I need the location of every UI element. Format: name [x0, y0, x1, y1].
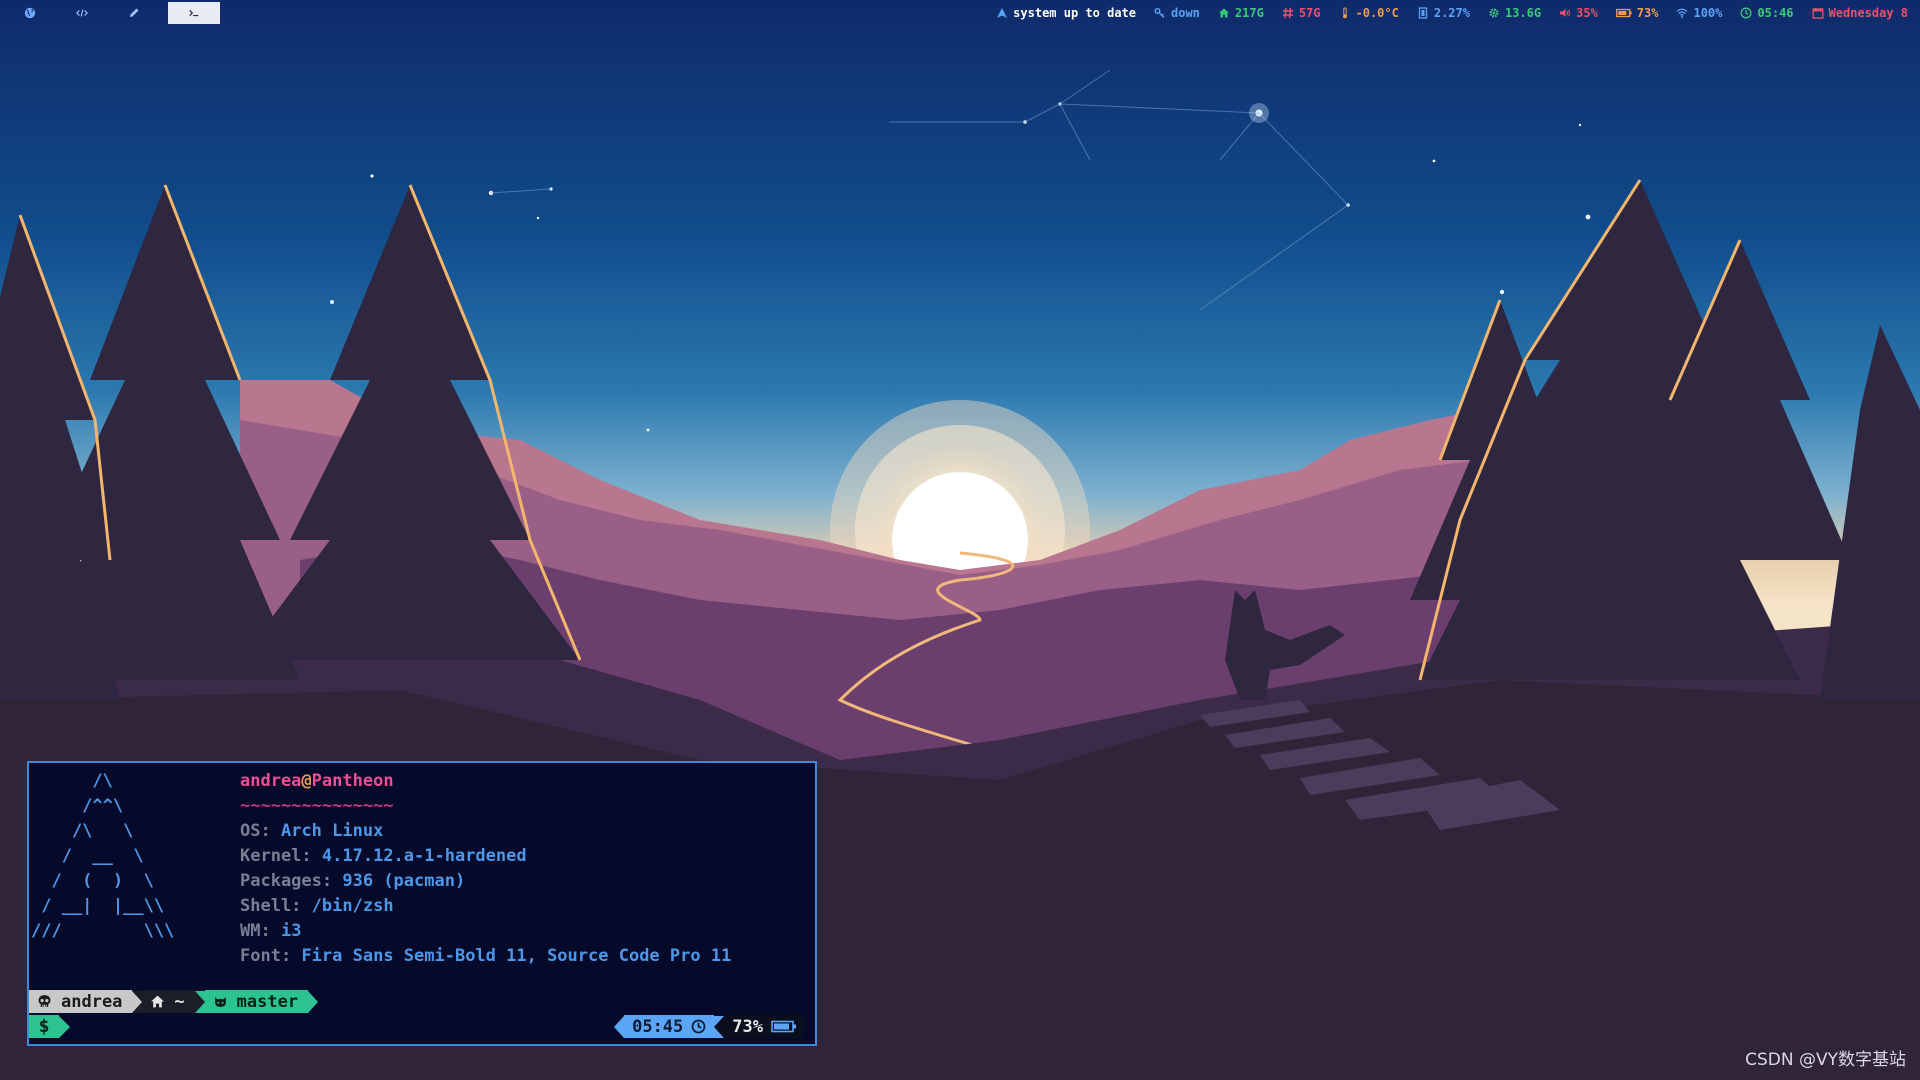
- top-status-bar: system up to date down 217G 57G -0.0°C 2…: [0, 0, 1920, 26]
- calendar-icon: [1812, 8, 1823, 19]
- segment-separator: [132, 990, 143, 1013]
- workspace-editor[interactable]: [108, 2, 160, 24]
- info-key: Shell:: [240, 896, 302, 916]
- prompt-battery-segment: 73%: [724, 1015, 803, 1038]
- prompt-segments: andrea ~ master: [29, 990, 319, 1013]
- wifi-icon: [1677, 8, 1688, 18]
- info-key: Kernel:: [240, 846, 312, 866]
- updates-module[interactable]: system up to date: [996, 6, 1136, 20]
- terminal-icon: [189, 10, 199, 17]
- workspace-code[interactable]: [56, 2, 108, 24]
- globe-icon: [24, 7, 36, 19]
- terminal-window[interactable]: /\ /^^\ /\ \ / __ \ / ( ) \ / __| |__\\ …: [27, 761, 817, 1046]
- cpu-text: 2.27%: [1433, 6, 1470, 20]
- system-info: andrea@Pantheon ~~~~~~~~~~~~~~~ OS: Arch…: [240, 769, 731, 969]
- info-at: @: [301, 771, 312, 791]
- segment-separator: [59, 1015, 70, 1038]
- info-value: 936 (pacman): [342, 871, 466, 891]
- workspace-terminal[interactable]: [168, 2, 220, 24]
- info-kernel: Kernel: 4.17.12.a-1-hardened: [240, 844, 731, 869]
- prompt-battery: 73%: [732, 1016, 763, 1037]
- wifi-module[interactable]: 100%: [1676, 6, 1722, 20]
- prompt-dir: ~: [174, 991, 185, 1012]
- info-key: OS:: [240, 821, 271, 841]
- thermometer-icon: [1342, 7, 1347, 19]
- volume-text: 35%: [1576, 6, 1598, 20]
- home-disk-text: 217G: [1234, 6, 1264, 20]
- info-separator: ~~~~~~~~~~~~~~~: [240, 796, 394, 816]
- memory-text: 13.6G: [1504, 6, 1542, 20]
- gear-icon: [1489, 8, 1499, 18]
- segment-separator: [194, 990, 205, 1013]
- prompt-dir-segment: ~: [142, 990, 195, 1013]
- info-key: Packages:: [240, 871, 333, 891]
- user-host-line: andrea@Pantheon: [240, 769, 731, 794]
- workspace-globe[interactable]: [4, 2, 56, 24]
- clock-icon: [691, 1019, 706, 1034]
- watermark: CSDN @VY数字基站: [1745, 1050, 1906, 1070]
- segment-separator: [308, 990, 319, 1013]
- info-value: /bin/zsh: [311, 896, 394, 916]
- info-user: andrea: [240, 771, 302, 791]
- root-disk-module[interactable]: 57G: [1282, 6, 1321, 20]
- info-key: Font:: [240, 946, 292, 966]
- command-input-line[interactable]: $: [29, 1015, 70, 1038]
- battery-module[interactable]: 73%: [1615, 6, 1659, 20]
- key-icon: [1154, 8, 1165, 18]
- info-host: Pantheon: [311, 771, 394, 791]
- updates-text: system up to date: [1013, 6, 1136, 20]
- segment-separator: [614, 1015, 625, 1038]
- temperature-module[interactable]: -0.0°C: [1339, 6, 1399, 20]
- prompt-git-segment: master: [204, 990, 309, 1013]
- arch-icon: [997, 8, 1008, 18]
- speaker-icon: [1560, 9, 1571, 17]
- battery-icon: [1615, 8, 1632, 18]
- info-font: Font: Fira Sans Semi-Bold 11, Source Cod…: [240, 944, 731, 969]
- info-value: i3: [280, 921, 302, 941]
- prompt-time-segment: 05:45: [624, 1015, 715, 1038]
- prompt-user-segment: andrea: [29, 990, 133, 1013]
- home-icon: [151, 995, 165, 1008]
- temperature-text: -0.0°C: [1355, 6, 1399, 20]
- code-icon: [76, 9, 88, 17]
- prompt-symbol: $: [29, 1015, 59, 1038]
- volume-module[interactable]: 35%: [1559, 6, 1598, 20]
- segment-separator: [714, 1015, 725, 1038]
- info-value: 4.17.12.a-1-hardened: [321, 846, 527, 866]
- info-key: WM:: [240, 921, 271, 941]
- clock-text: 05:46: [1757, 6, 1794, 20]
- battery-text: 73%: [1636, 6, 1659, 20]
- hash-icon: [1282, 7, 1293, 19]
- battery-icon: [771, 1020, 796, 1033]
- skull-icon: [38, 995, 51, 1007]
- prompt-user: andrea: [61, 991, 123, 1012]
- root-disk-text: 57G: [1298, 6, 1321, 20]
- pencil-icon: [130, 8, 139, 17]
- memory-module[interactable]: 13.6G: [1488, 6, 1541, 20]
- github-icon: [214, 997, 226, 1007]
- right-prompt: 05:45 73%: [614, 1015, 803, 1038]
- info-shell: Shell: /bin/zsh: [240, 894, 731, 919]
- cpu-module[interactable]: 2.27%: [1417, 6, 1470, 20]
- vpn-text: down: [1171, 6, 1200, 20]
- prompt-time: 05:45: [632, 1016, 684, 1037]
- prompt-git-branch: master: [236, 991, 299, 1012]
- date-text: Wednesday 8: [1828, 6, 1908, 20]
- home-icon: [1218, 8, 1229, 18]
- date-module[interactable]: Wednesday 8: [1812, 6, 1908, 20]
- info-os: OS: Arch Linux: [240, 819, 731, 844]
- info-value: Fira Sans Semi-Bold 11, Source Code Pro …: [301, 946, 732, 966]
- info-value: Arch Linux: [280, 821, 384, 841]
- wifi-text: 100%: [1693, 6, 1723, 20]
- clock-module[interactable]: 05:46: [1740, 6, 1794, 20]
- clock-icon: [1740, 7, 1752, 19]
- workspace-switcher: [4, 2, 220, 24]
- chip-icon: [1418, 7, 1428, 19]
- vpn-module[interactable]: down: [1154, 6, 1200, 20]
- info-packages: Packages: 936 (pacman): [240, 869, 731, 894]
- arch-ascii-logo: /\ /^^\ /\ \ / __ \ / ( ) \ / __| |__\\ …: [31, 771, 175, 941]
- info-wm: WM: i3: [240, 919, 731, 944]
- home-disk-module[interactable]: 217G: [1218, 6, 1264, 20]
- status-modules: system up to date down 217G 57G -0.0°C 2…: [996, 6, 1908, 20]
